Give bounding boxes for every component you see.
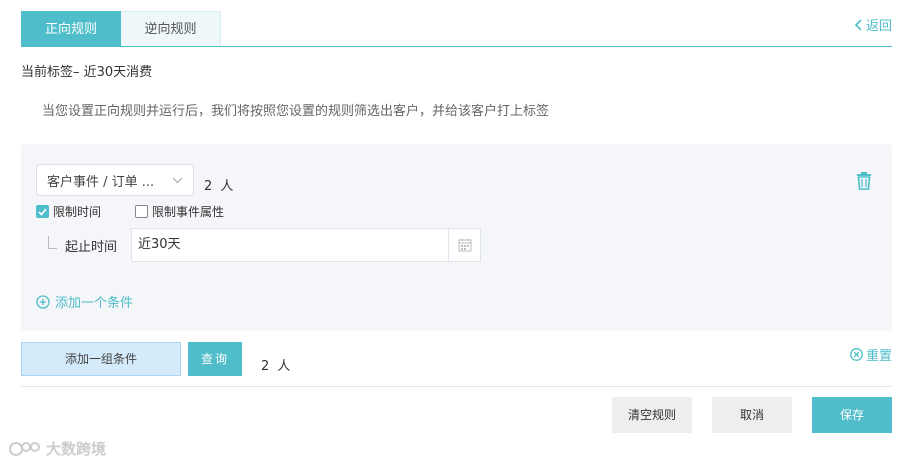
time-range-label: 起止时间 — [65, 240, 118, 255]
limit-time-checkbox[interactable]: 限制时间 — [36, 203, 101, 220]
footer-divider — [21, 386, 892, 387]
tree-connector — [48, 236, 57, 249]
condition-count: 2 人 — [204, 179, 236, 194]
plus-circle-icon — [36, 294, 50, 309]
time-range-input[interactable]: 近30天 — [131, 228, 481, 262]
back-link[interactable]: 返回 — [854, 15, 892, 34]
trash-icon[interactable] — [856, 172, 872, 190]
add-condition-label: 添加一个条件 — [55, 296, 134, 311]
add-condition-button[interactable]: 添加一个条件 — [36, 292, 133, 311]
reset-button[interactable]: 重置 — [850, 345, 892, 364]
reset-label: 重置 — [865, 349, 892, 364]
time-range-value: 近30天 — [138, 237, 181, 252]
chevron-left-icon — [854, 18, 862, 31]
cancel-button[interactable]: 取消 — [712, 397, 792, 433]
add-condition-group-button[interactable]: 添加一组条件 — [21, 342, 181, 376]
limit-time-label: 限制时间 — [53, 205, 102, 219]
rule-tabs: 正向规则 逆向规则 — [21, 11, 221, 47]
back-label: 返回 — [865, 19, 892, 34]
tab-forward-rule[interactable]: 正向规则 — [21, 11, 121, 47]
query-result-count: 2 人 — [261, 359, 293, 374]
checkbox-checked-icon — [36, 205, 49, 218]
condition-group-panel: 客户事件 / 订单 ... 2 人 限制时间 限制事件属性 起止时间 近30天 — [21, 144, 892, 331]
clear-rules-button[interactable]: 清空规则 — [612, 397, 692, 433]
watermark-text: 大数跨境 — [46, 440, 107, 458]
watermark: 大数跨境 — [8, 438, 106, 459]
event-select-value: 客户事件 / 订单 ... — [47, 174, 155, 190]
limit-event-attr-label: 限制事件属性 — [152, 205, 225, 219]
event-select[interactable]: 客户事件 / 订单 ... — [36, 164, 194, 196]
watermark-logo-icon — [9, 441, 40, 456]
close-circle-icon — [850, 348, 863, 361]
tab-reverse-rule[interactable]: 逆向规则 — [121, 11, 221, 47]
rule-description: 当您设置正向规则并运行后，我们将按照您设置的规则筛选出客户，并给该客户打上标签 — [42, 104, 550, 119]
checkbox-unchecked-icon — [135, 205, 148, 218]
calendar-icon[interactable] — [448, 229, 480, 261]
current-tag-title: 当前标签– 近30天消费 — [21, 65, 153, 80]
chevron-down-icon — [172, 174, 183, 187]
tab-underline — [21, 46, 892, 47]
limit-event-attr-checkbox[interactable]: 限制事件属性 — [135, 203, 224, 220]
save-button[interactable]: 保存 — [812, 397, 892, 433]
query-button[interactable]: 查询 — [188, 342, 242, 376]
